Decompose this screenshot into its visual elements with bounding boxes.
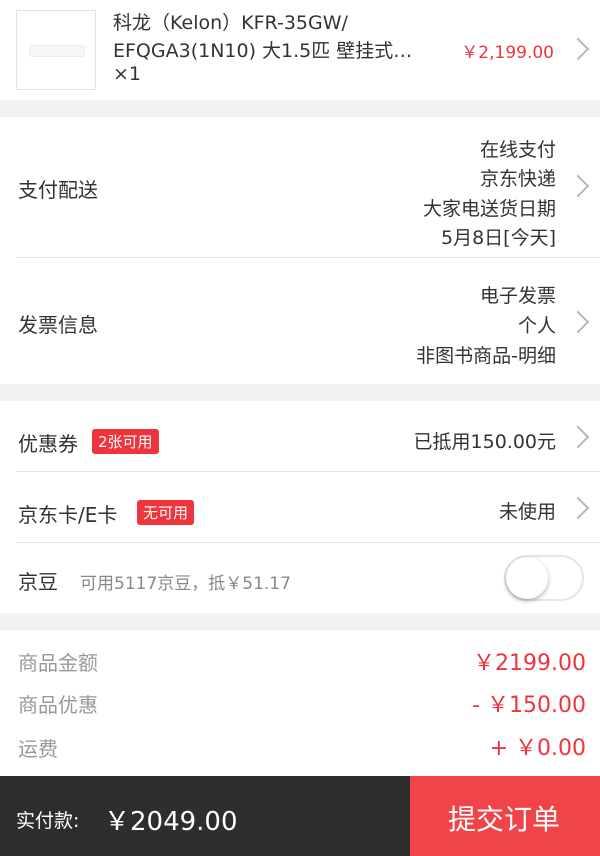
discount-section: 优惠券 2张可用 已抵用150.00元 京东卡/E卡 无可用 未使用 京豆 可用… bbox=[0, 401, 600, 613]
delivery-type: 大家电送货日期 bbox=[422, 198, 556, 220]
delivery-date: 5月8日[今天] bbox=[440, 227, 556, 249]
coupon-row[interactable]: 优惠券 2张可用 已抵用150.00元 bbox=[0, 401, 600, 471]
payment-method: 在线支付 bbox=[479, 139, 556, 161]
chevron-right-icon bbox=[566, 174, 590, 198]
summary-value-goods: ￥2199.00 bbox=[473, 651, 586, 676]
chevron-right-icon bbox=[566, 310, 590, 334]
price-summary: 商品金额 ￥2199.00 商品优惠 - ￥150.00 运费 + ￥0.00 bbox=[0, 630, 600, 776]
payment-delivery-row[interactable]: 支付配送 在线支付 京东快递 大家电送货日期 5月8日[今天] bbox=[0, 117, 600, 257]
invoice-row[interactable]: 发票信息 电子发票 个人 非图书商品-明细 bbox=[0, 258, 600, 384]
coupon-label: 优惠券 bbox=[18, 432, 78, 456]
summary-label-goods: 商品金额 bbox=[18, 651, 98, 675]
jdcard-badge: 无可用 bbox=[137, 500, 195, 525]
invoice-title: 个人 bbox=[517, 315, 556, 337]
coupon-badge: 2张可用 bbox=[92, 429, 159, 454]
submit-order-button[interactable]: 提交订单 bbox=[410, 776, 600, 856]
product-name-line2: EFQGA3(1N10) 大1.5匹 壁挂式… bbox=[113, 40, 413, 62]
product-quantity: ×1 bbox=[113, 63, 142, 85]
invoice-type: 电子发票 bbox=[479, 285, 556, 307]
summary-label-shipping: 运费 bbox=[18, 737, 58, 761]
submit-order-label: 提交订单 bbox=[448, 803, 561, 836]
payment-delivery-label: 支付配送 bbox=[18, 178, 98, 202]
invoice-label: 发票信息 bbox=[18, 313, 98, 337]
invoice-content: 非图书商品-明细 bbox=[416, 345, 556, 367]
air-conditioner-image bbox=[29, 45, 85, 57]
chevron-right-icon bbox=[566, 496, 590, 520]
product-thumbnail bbox=[16, 10, 96, 90]
toggle-knob bbox=[506, 557, 548, 599]
jingdou-description: 可用5117京豆，抵￥51.17 bbox=[80, 574, 291, 594]
delivery-carrier: 京东快递 bbox=[479, 168, 556, 190]
summary-value-shipping: + ￥0.00 bbox=[489, 736, 586, 761]
jdcard-value: 未使用 bbox=[498, 501, 556, 523]
summary-label-discount: 商品优惠 bbox=[18, 693, 98, 717]
coupon-value: 已抵用150.00元 bbox=[413, 431, 556, 453]
jdcard-row[interactable]: 京东卡/E卡 无可用 未使用 bbox=[0, 472, 600, 542]
product-price: ￥2,199.00 bbox=[461, 43, 554, 63]
total-label: 实付款: bbox=[16, 810, 80, 832]
jingdou-row: 京豆 可用5117京豆，抵￥51.17 bbox=[0, 543, 600, 613]
chevron-right-icon bbox=[566, 37, 590, 61]
total-amount: ￥2049.00 bbox=[104, 807, 238, 837]
checkout-bar: 实付款: ￥2049.00 提交订单 bbox=[0, 776, 600, 856]
chevron-right-icon bbox=[566, 425, 590, 449]
summary-value-discount: - ￥150.00 bbox=[472, 693, 586, 718]
jdcard-label: 京东卡/E卡 bbox=[18, 503, 118, 527]
product-card[interactable]: 科龙（Kelon）KFR-35GW/ EFQGA3(1N10) 大1.5匹 壁挂… bbox=[0, 0, 600, 100]
jingdou-toggle[interactable] bbox=[504, 555, 584, 601]
jingdou-label: 京豆 bbox=[18, 570, 58, 594]
product-name-line1: 科龙（Kelon）KFR-35GW/ bbox=[113, 12, 348, 34]
delivery-invoice-section: 支付配送 在线支付 京东快递 大家电送货日期 5月8日[今天] 发票信息 电子发… bbox=[0, 117, 600, 384]
